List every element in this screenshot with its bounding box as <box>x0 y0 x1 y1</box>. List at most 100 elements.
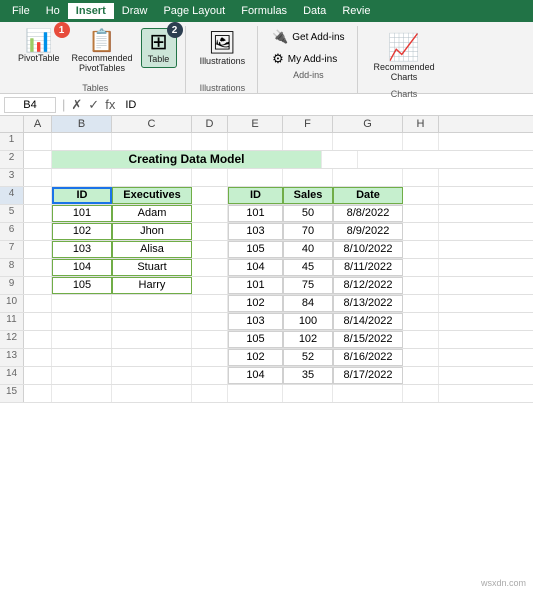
cell-c11[interactable] <box>112 313 192 330</box>
cell-d5[interactable] <box>192 205 228 222</box>
cell-b6[interactable]: 102 <box>52 223 112 240</box>
cell-a5[interactable] <box>24 205 52 222</box>
cell-g7[interactable]: 8/10/2022 <box>333 241 403 258</box>
cell-h5[interactable] <box>403 205 439 222</box>
col-header-f[interactable]: F <box>283 116 333 132</box>
cell-b4-header[interactable]: ID <box>52 187 112 204</box>
col-header-g[interactable]: G <box>333 116 403 132</box>
cell-d13[interactable] <box>192 349 228 366</box>
cell-h6[interactable] <box>403 223 439 240</box>
cell-a4[interactable] <box>24 187 52 204</box>
cell-e14[interactable]: 104 <box>228 367 283 384</box>
tab-data[interactable]: Data <box>295 3 334 19</box>
cell-g11[interactable]: 8/14/2022 <box>333 313 403 330</box>
cell-g3[interactable] <box>333 169 403 186</box>
cell-f5[interactable]: 50 <box>283 205 333 222</box>
cell-f6[interactable]: 70 <box>283 223 333 240</box>
cell-c1[interactable] <box>112 133 192 150</box>
cell-e9[interactable]: 101 <box>228 277 283 294</box>
cell-h10[interactable] <box>403 295 439 312</box>
recommended-pivottables-button[interactable]: 📋 RecommendedPivotTables <box>68 28 137 76</box>
cell-g1[interactable] <box>333 133 403 150</box>
cell-a6[interactable] <box>24 223 52 240</box>
cell-h12[interactable] <box>403 331 439 348</box>
col-header-e[interactable]: E <box>228 116 283 132</box>
col-header-d[interactable]: D <box>192 116 228 132</box>
tab-insert[interactable]: Insert <box>68 3 114 19</box>
tab-draw[interactable]: Draw <box>114 3 156 19</box>
cell-c14[interactable] <box>112 367 192 384</box>
cell-a15[interactable] <box>24 385 52 402</box>
my-addins-button[interactable]: ⚙ My Add-ins <box>268 50 348 68</box>
cell-d15[interactable] <box>192 385 228 402</box>
cell-f15[interactable] <box>283 385 333 402</box>
cell-f4-header[interactable]: Sales <box>283 187 333 204</box>
cell-f11[interactable]: 100 <box>283 313 333 330</box>
cell-f14[interactable]: 35 <box>283 367 333 384</box>
cell-d3[interactable] <box>192 169 228 186</box>
cell-e13[interactable]: 102 <box>228 349 283 366</box>
tab-page-layout[interactable]: Page Layout <box>155 3 233 19</box>
cell-h15[interactable] <box>403 385 439 402</box>
cell-c9[interactable]: Harry <box>112 277 192 294</box>
cell-d12[interactable] <box>192 331 228 348</box>
cell-b14[interactable] <box>52 367 112 384</box>
cell-b1[interactable] <box>52 133 112 150</box>
cell-a1[interactable] <box>24 133 52 150</box>
col-header-b[interactable]: B <box>52 116 112 132</box>
cell-a7[interactable] <box>24 241 52 258</box>
cell-f7[interactable]: 40 <box>283 241 333 258</box>
cell-c10[interactable] <box>112 295 192 312</box>
cell-f3[interactable] <box>283 169 333 186</box>
cell-c3[interactable] <box>112 169 192 186</box>
cell-g15[interactable] <box>333 385 403 402</box>
cell-e3[interactable] <box>228 169 283 186</box>
cell-h11[interactable] <box>403 313 439 330</box>
cell-b12[interactable] <box>52 331 112 348</box>
cell-c4-header[interactable]: Executives <box>112 187 192 204</box>
cell-e6[interactable]: 103 <box>228 223 283 240</box>
cell-f8[interactable]: 45 <box>283 259 333 276</box>
cell-d11[interactable] <box>192 313 228 330</box>
title-cell[interactable]: Creating Data Model <box>52 151 322 168</box>
cell-h14[interactable] <box>403 367 439 384</box>
col-header-h[interactable]: H <box>403 116 439 132</box>
cell-b15[interactable] <box>52 385 112 402</box>
cell-c6[interactable]: Jhon <box>112 223 192 240</box>
cell-f13[interactable]: 52 <box>283 349 333 366</box>
recommended-charts-button[interactable]: 📈 RecommendedCharts <box>368 28 441 87</box>
tab-file[interactable]: File <box>4 3 38 19</box>
cell-h1[interactable] <box>403 133 439 150</box>
cell-g14[interactable]: 8/17/2022 <box>333 367 403 384</box>
cell-h8[interactable] <box>403 259 439 276</box>
cell-b7[interactable]: 103 <box>52 241 112 258</box>
cell-a2[interactable] <box>24 151 52 168</box>
insert-function-icon[interactable]: fx <box>105 97 115 113</box>
cell-d4[interactable] <box>192 187 228 204</box>
cell-d7[interactable] <box>192 241 228 258</box>
tab-home[interactable]: Ho <box>38 3 68 19</box>
cell-e12[interactable]: 105 <box>228 331 283 348</box>
col-header-a[interactable]: A <box>24 116 52 132</box>
cell-a10[interactable] <box>24 295 52 312</box>
cell-g10[interactable]: 8/13/2022 <box>333 295 403 312</box>
cell-h7[interactable] <box>403 241 439 258</box>
cell-e4-header[interactable]: ID <box>228 187 283 204</box>
cell-d10[interactable] <box>192 295 228 312</box>
illustrations-button[interactable]: 🖼 Illustrations <box>196 28 250 68</box>
confirm-formula-icon[interactable]: ✓ <box>88 97 99 113</box>
cell-h3[interactable] <box>403 169 439 186</box>
cell-a11[interactable] <box>24 313 52 330</box>
cancel-formula-icon[interactable]: ✗ <box>71 97 82 113</box>
cell-a9[interactable] <box>24 277 52 294</box>
cell-d8[interactable] <box>192 259 228 276</box>
cell-c7[interactable]: Alisa <box>112 241 192 258</box>
cell-b3[interactable] <box>52 169 112 186</box>
cell-e5[interactable]: 101 <box>228 205 283 222</box>
cell-h13[interactable] <box>403 349 439 366</box>
cell-h9[interactable] <box>403 277 439 294</box>
cell-e8[interactable]: 104 <box>228 259 283 276</box>
cell-d1[interactable] <box>192 133 228 150</box>
cell-c8[interactable]: Stuart <box>112 259 192 276</box>
cell-e11[interactable]: 103 <box>228 313 283 330</box>
